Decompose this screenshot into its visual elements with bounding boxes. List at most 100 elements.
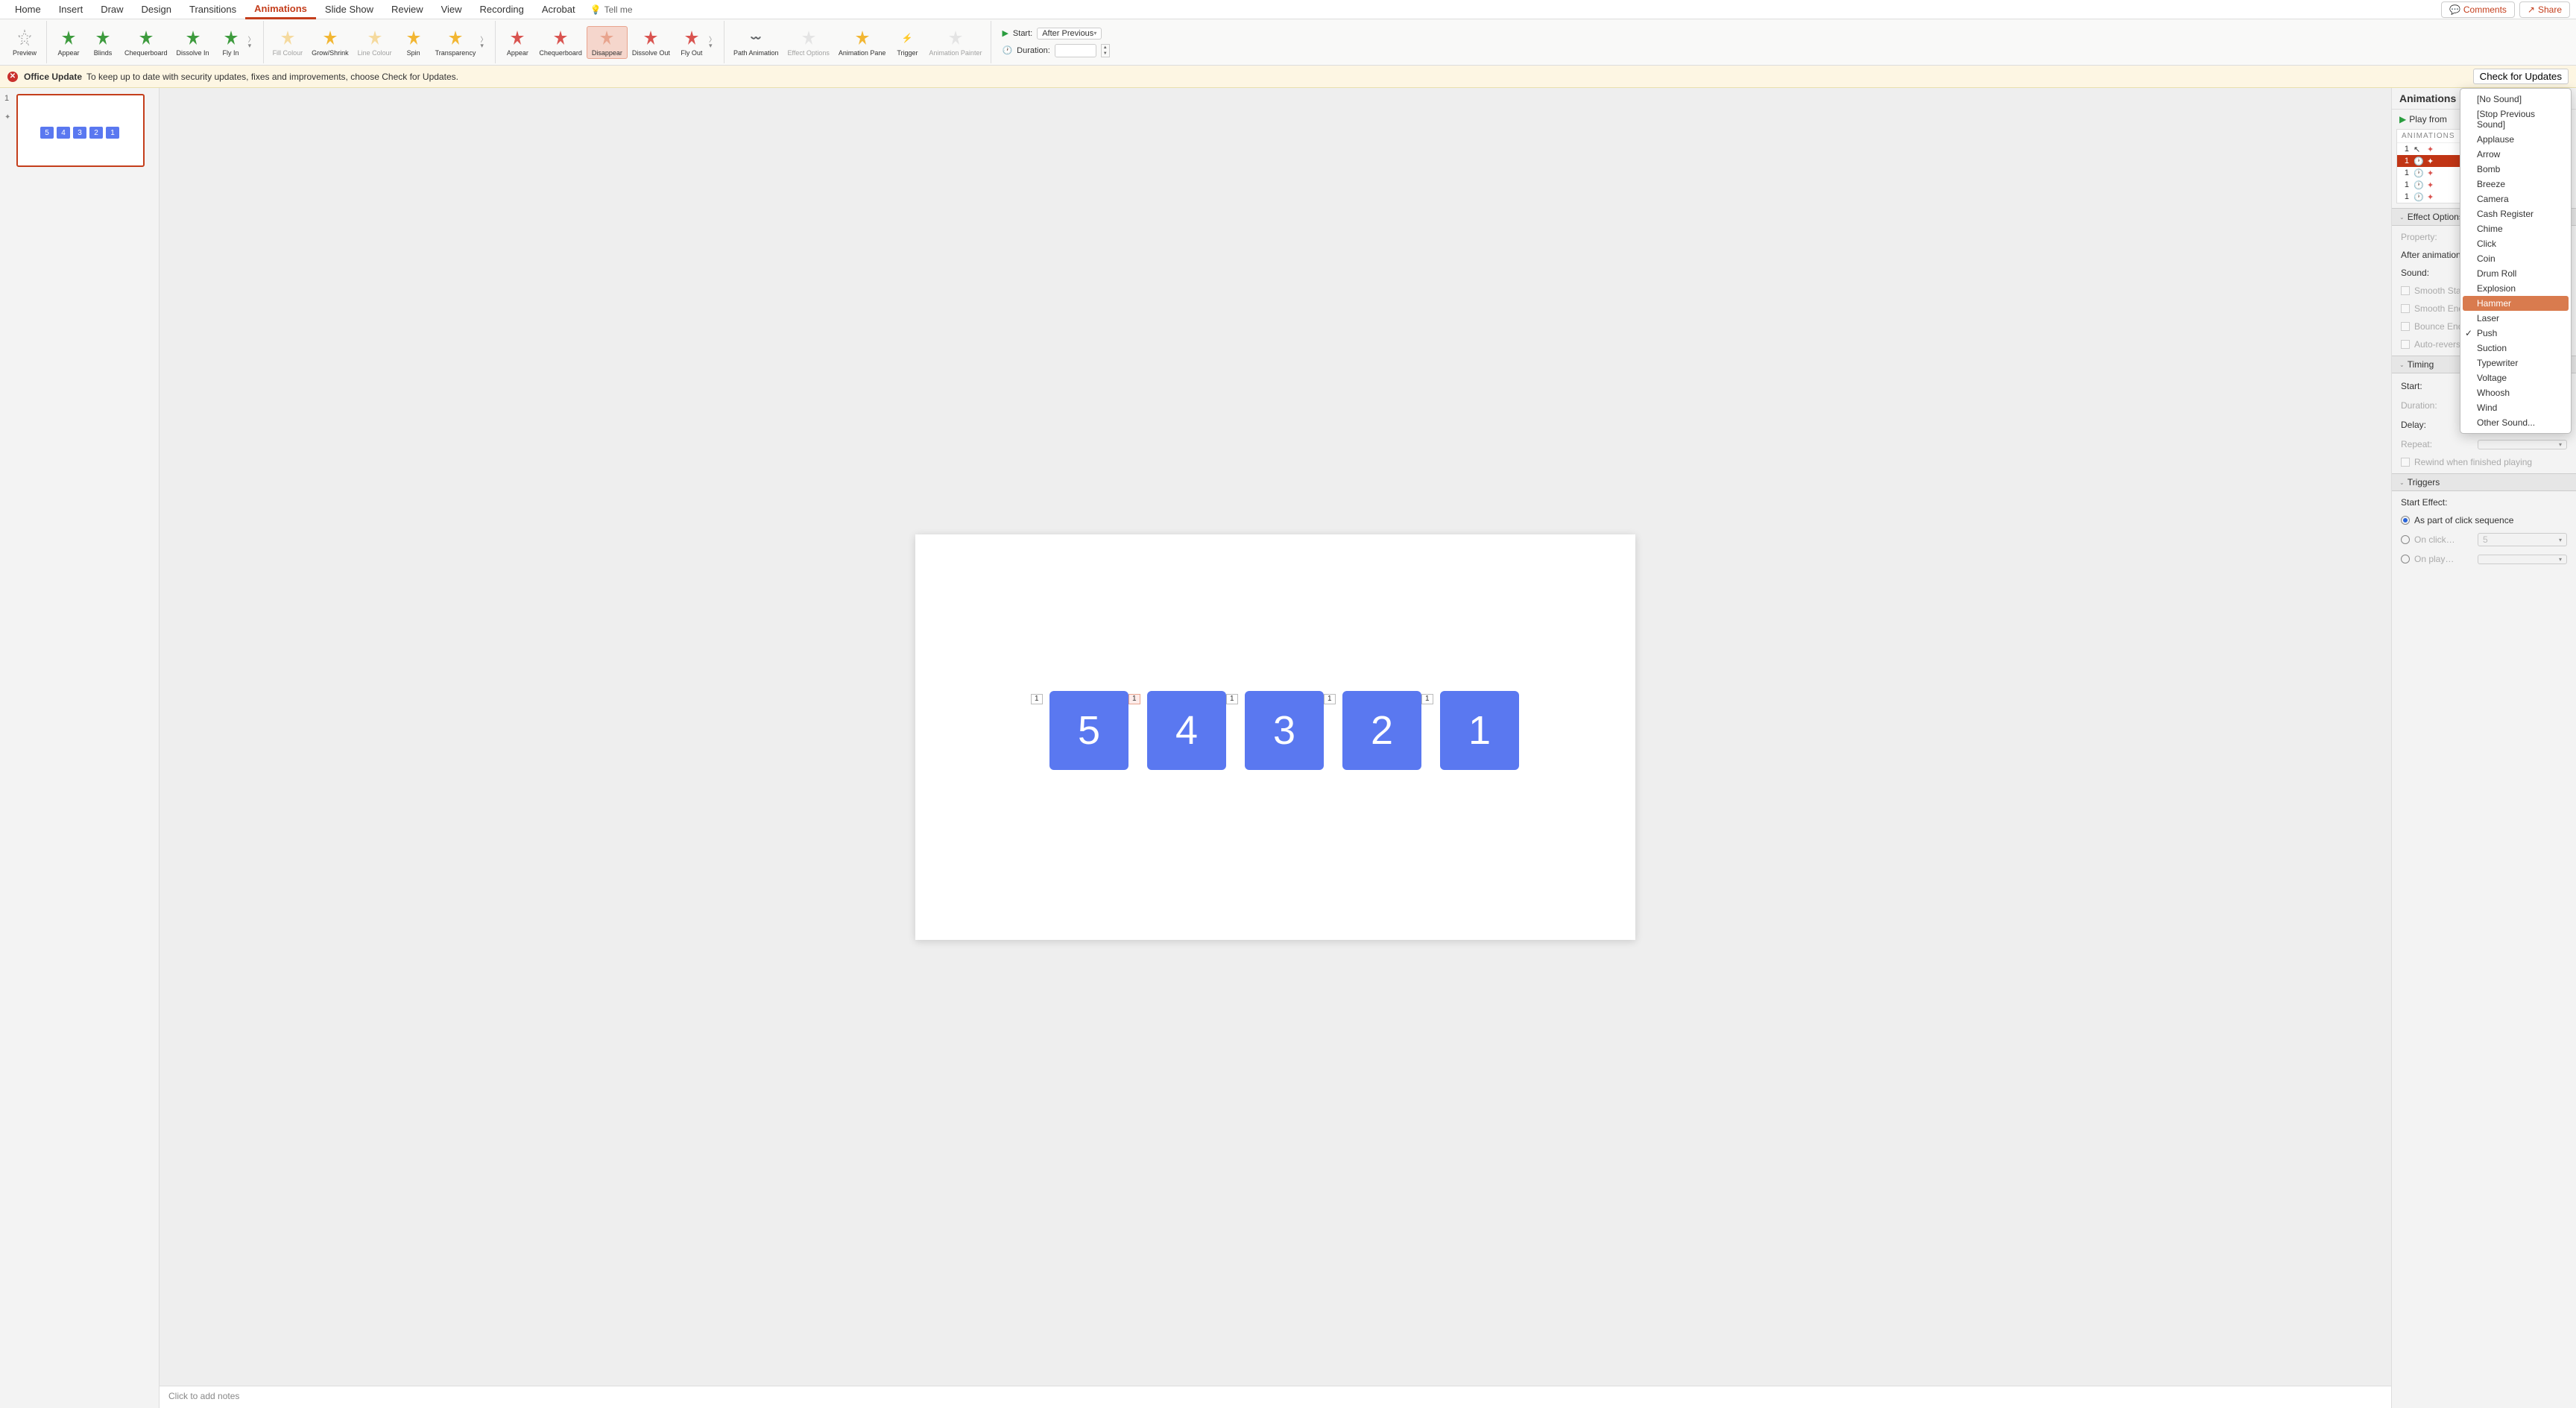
- pane-title: Animations: [2399, 92, 2456, 104]
- preview-icon: [15, 28, 34, 48]
- anim-dissolve-in[interactable]: Dissolve In: [172, 27, 214, 58]
- tab-animations[interactable]: Animations: [245, 0, 316, 19]
- effect-options[interactable]: Effect Options: [783, 27, 833, 58]
- painter-icon: [946, 28, 965, 48]
- preview-button[interactable]: Preview: [7, 27, 42, 58]
- triggers-header[interactable]: ⌄Triggers: [2392, 473, 2576, 491]
- shape-3[interactable]: 3: [1245, 691, 1324, 770]
- tab-home[interactable]: Home: [6, 1, 50, 18]
- anim-blinds[interactable]: Blinds: [86, 27, 120, 58]
- tell-me[interactable]: Tell me: [590, 4, 633, 15]
- shape-5[interactable]: 5: [1049, 691, 1128, 770]
- tab-acrobat[interactable]: Acrobat: [533, 1, 584, 18]
- smooth-end-check[interactable]: [2401, 304, 2410, 313]
- sound-option[interactable]: Other Sound...: [2460, 415, 2571, 430]
- sound-option[interactable]: Laser: [2460, 311, 2571, 326]
- anim-transparency[interactable]: Transparency: [431, 27, 481, 58]
- after-animation-label: After animation:: [2401, 250, 2463, 260]
- radio-on-play[interactable]: [2401, 555, 2410, 563]
- sound-option[interactable]: Suction: [2460, 341, 2571, 356]
- comments-button[interactable]: 💬Comments: [2441, 1, 2515, 18]
- anim-chequerboard[interactable]: Chequerboard: [120, 27, 172, 58]
- tab-review[interactable]: Review: [382, 1, 432, 18]
- auto-reverse-check[interactable]: [2401, 340, 2410, 349]
- tab-insert[interactable]: Insert: [50, 1, 92, 18]
- share-button[interactable]: ↗Share: [2519, 1, 2570, 18]
- anim-exit-appear[interactable]: Appear: [500, 27, 534, 58]
- sound-option[interactable]: Click: [2460, 236, 2571, 251]
- anim-tag[interactable]: 1: [1226, 694, 1238, 704]
- sound-option[interactable]: Bomb: [2460, 162, 2571, 177]
- start-effect-label: Start Effect:: [2401, 497, 2567, 508]
- anim-tag[interactable]: 1: [1324, 694, 1336, 704]
- sound-option[interactable]: Typewriter: [2460, 356, 2571, 370]
- shape-1[interactable]: 1: [1440, 691, 1519, 770]
- sound-option[interactable]: Coin: [2460, 251, 2571, 266]
- anim-grow-shrink[interactable]: Grow/Shrink: [307, 27, 353, 58]
- clock-icon: 🕐: [2414, 157, 2422, 165]
- clock-icon: 🕐: [2414, 192, 2422, 201]
- check-updates-button[interactable]: Check for Updates: [2473, 69, 2569, 84]
- path-animation[interactable]: 〰️Path Animation: [729, 27, 783, 58]
- animation-painter[interactable]: Animation Painter: [924, 27, 986, 58]
- start-select[interactable]: After Previous▾: [1037, 28, 1102, 40]
- rewind-check[interactable]: [2401, 458, 2410, 467]
- animation-pane[interactable]: Animation Pane: [834, 27, 891, 58]
- advanced-group: 〰️Path Animation Effect Options Animatio…: [724, 21, 992, 63]
- play-icon: ▶: [2399, 114, 2406, 124]
- shape-4[interactable]: 4: [1147, 691, 1226, 770]
- anim-tag[interactable]: 1: [1421, 694, 1433, 704]
- anim-fill-colour[interactable]: Fill Colour: [268, 27, 308, 58]
- sound-option[interactable]: Drum Roll: [2460, 266, 2571, 281]
- sound-option[interactable]: Chime: [2460, 221, 2571, 236]
- animations-pane: Animations ✕ ▶Play from ANIMATIONS 1↖✦ 1…: [2391, 88, 2576, 1408]
- sound-option[interactable]: Camera: [2460, 192, 2571, 206]
- bounce-end-check[interactable]: [2401, 322, 2410, 331]
- sound-dropdown-menu: [No Sound][Stop Previous Sound]ApplauseA…: [2460, 88, 2572, 434]
- effect-options-icon: [799, 28, 818, 48]
- anim-spin[interactable]: Spin: [397, 27, 431, 58]
- sound-option[interactable]: Breeze: [2460, 177, 2571, 192]
- smooth-start-check[interactable]: [2401, 286, 2410, 295]
- sound-option[interactable]: Cash Register: [2460, 206, 2571, 221]
- exit-more[interactable]: 〉▾: [709, 37, 719, 48]
- anim-tag[interactable]: 1: [1031, 694, 1043, 704]
- info-title: Office Update: [24, 72, 82, 82]
- entrance-more[interactable]: 〉▾: [248, 37, 259, 48]
- sound-option[interactable]: Applause: [2460, 132, 2571, 147]
- trigger[interactable]: ⚡Trigger: [890, 27, 924, 58]
- radio-sequence[interactable]: [2401, 516, 2410, 525]
- sound-option[interactable]: Arrow: [2460, 147, 2571, 162]
- sound-option[interactable]: Hammer: [2463, 296, 2569, 311]
- tab-design[interactable]: Design: [133, 1, 180, 18]
- emphasis-more[interactable]: 〉▾: [480, 37, 490, 48]
- slide-canvas[interactable]: 1 5 1 4 1 3 1 2 1 1: [915, 534, 1635, 940]
- tab-view[interactable]: View: [432, 1, 471, 18]
- sound-option[interactable]: Push: [2460, 326, 2571, 341]
- anim-appear[interactable]: Appear: [51, 27, 86, 58]
- tab-draw[interactable]: Draw: [92, 1, 132, 18]
- ribbon-content: Preview Appear Blinds Chequerboard Disso…: [0, 19, 2576, 66]
- sound-option[interactable]: Wind: [2460, 400, 2571, 415]
- anim-pane-icon: [853, 28, 872, 48]
- shape-2[interactable]: 2: [1342, 691, 1421, 770]
- sound-option[interactable]: Whoosh: [2460, 385, 2571, 400]
- sound-option[interactable]: [No Sound]: [2460, 92, 2571, 107]
- radio-on-click[interactable]: [2401, 535, 2410, 544]
- anim-dissolve-out[interactable]: Dissolve Out: [628, 27, 675, 58]
- sound-option[interactable]: [Stop Previous Sound]: [2460, 107, 2571, 132]
- anim-disappear[interactable]: Disappear: [587, 26, 628, 59]
- sound-option[interactable]: Voltage: [2460, 370, 2571, 385]
- duration-input[interactable]: [1055, 44, 1096, 57]
- slide-thumbnail[interactable]: 5 4 3 2 1: [16, 94, 145, 167]
- tab-recording[interactable]: Recording: [471, 1, 533, 18]
- duration-stepper[interactable]: ▲▼: [1101, 44, 1110, 57]
- tab-slideshow[interactable]: Slide Show: [316, 1, 382, 18]
- anim-line-colour[interactable]: Line Colour: [353, 27, 397, 58]
- anim-tag[interactable]: 1: [1128, 694, 1140, 704]
- anim-fly-in[interactable]: Fly In: [214, 27, 248, 58]
- anim-exit-chequerboard[interactable]: Chequerboard: [534, 27, 587, 58]
- sound-option[interactable]: Explosion: [2460, 281, 2571, 296]
- anim-fly-out[interactable]: Fly Out: [675, 27, 709, 58]
- tab-transitions[interactable]: Transitions: [180, 1, 245, 18]
